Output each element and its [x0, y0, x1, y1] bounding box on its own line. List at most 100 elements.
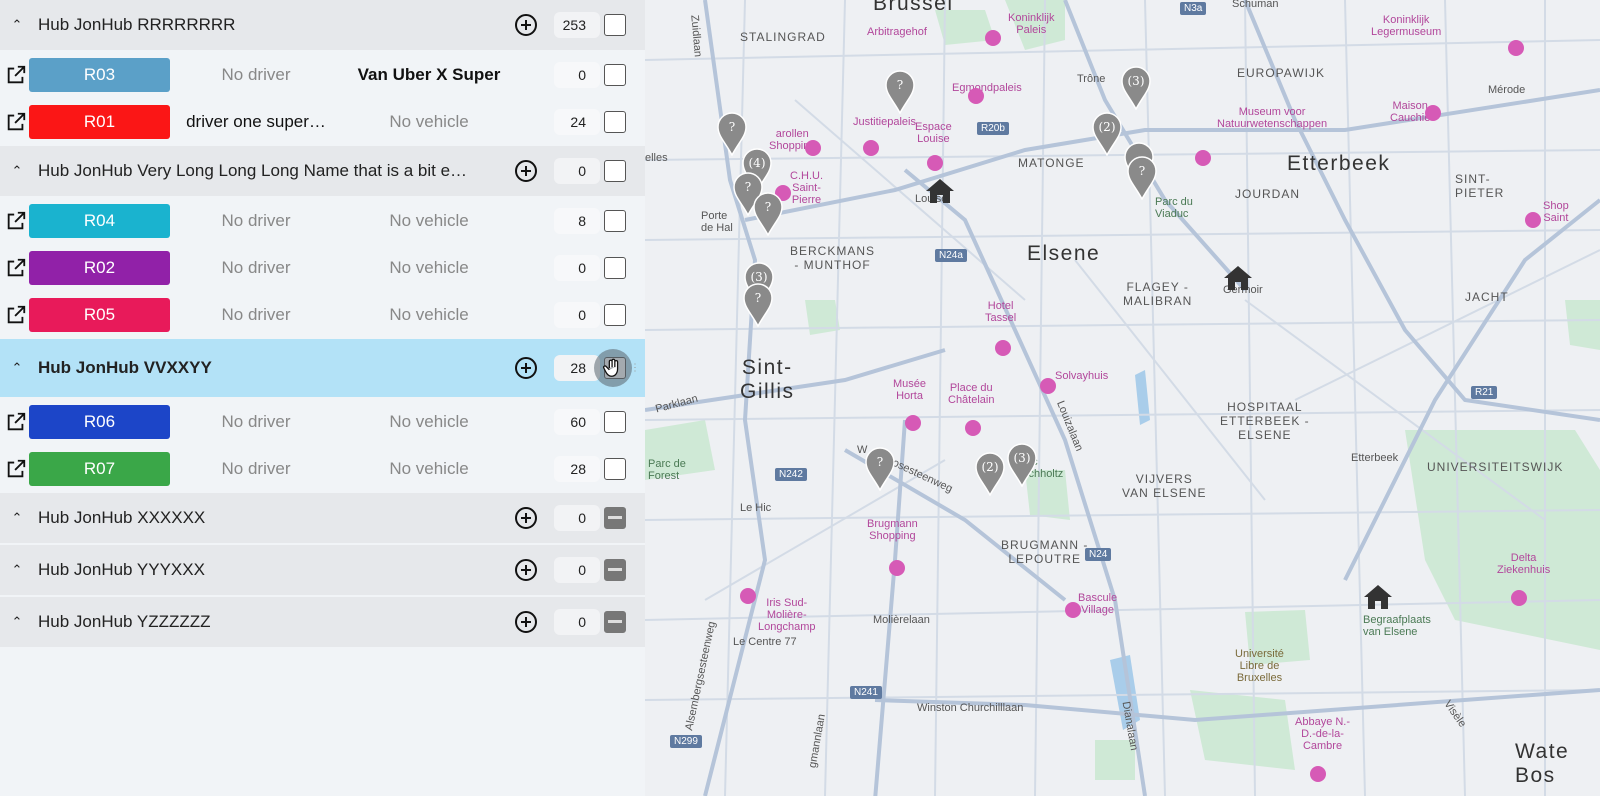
route-checkbox[interactable]	[604, 457, 626, 480]
poi-pin-icon[interactable]	[1425, 105, 1441, 121]
poi-pin-icon[interactable]	[1310, 766, 1326, 782]
driver-label[interactable]: No driver	[176, 258, 336, 278]
poi-pin-icon[interactable]	[1508, 40, 1524, 56]
route-row[interactable]: R02 No driver No vehicle 0	[0, 244, 645, 291]
poi-pin-icon[interactable]	[995, 340, 1011, 356]
route-row[interactable]: R07 No driver No vehicle 28	[0, 445, 645, 492]
route-chip[interactable]: R05	[29, 297, 170, 332]
poi-pin-icon[interactable]	[740, 588, 756, 604]
hub-row[interactable]: ⌃ Hub JonHub YZZZZZZ 0	[0, 597, 645, 647]
route-row[interactable]: R03 No driver Van Uber X Super 0	[0, 51, 645, 98]
route-row[interactable]: R05 No driver No vehicle 0	[0, 291, 645, 338]
stop-marker[interactable]: ?	[1127, 156, 1157, 200]
poi-pin-icon[interactable]	[985, 30, 1001, 46]
vehicle-label[interactable]: No vehicle	[345, 459, 513, 479]
poi-pin-icon[interactable]	[1040, 378, 1056, 394]
chevron-up-icon[interactable]: ⌃	[10, 163, 24, 178]
home-icon[interactable]	[925, 178, 955, 204]
vehicle-label[interactable]: Van Uber X Super	[345, 65, 513, 85]
hub-row[interactable]: ⌃ Hub JonHub VVXXYY 28 ⋮⋮	[0, 339, 645, 397]
poi-pin-icon[interactable]	[805, 140, 821, 156]
driver-label[interactable]: No driver	[176, 412, 336, 432]
poi-pin-icon[interactable]	[889, 560, 905, 576]
poi-pin-icon[interactable]	[1065, 602, 1081, 618]
route-chip[interactable]: R06	[29, 404, 170, 439]
plus-circle-icon[interactable]	[514, 356, 538, 380]
hub-row[interactable]: ⌃ Hub JonHub YYYXXX 0	[0, 545, 645, 595]
poi-pin-icon[interactable]	[905, 415, 921, 431]
route-row[interactable]: R06 No driver No vehicle 60	[0, 398, 645, 445]
map-label-begraafplaats: Begraafplaats van Elsene	[1363, 614, 1431, 638]
hub-checkbox[interactable]	[604, 160, 626, 182]
open-in-new-icon[interactable]	[5, 64, 27, 86]
route-chip[interactable]: R01	[29, 104, 170, 139]
vehicle-label[interactable]: No vehicle	[345, 305, 513, 325]
chevron-up-icon[interactable]: ⌃	[10, 614, 24, 629]
stop-marker[interactable]: (2)	[975, 452, 1005, 496]
hub-checkbox[interactable]	[604, 507, 626, 529]
driver-label[interactable]: No driver	[176, 459, 336, 479]
stop-marker[interactable]: (3)	[1121, 66, 1151, 110]
route-checkbox[interactable]	[604, 209, 626, 232]
driver-label[interactable]: No driver	[176, 211, 336, 231]
hub-row[interactable]: ⌃ Hub JonHub XXXXXX 0	[0, 493, 645, 543]
route-chip[interactable]: R07	[29, 451, 170, 486]
chevron-up-icon[interactable]: ⌃	[10, 510, 24, 525]
home-icon[interactable]	[1363, 584, 1393, 610]
open-in-new-icon[interactable]	[5, 257, 27, 279]
vehicle-label[interactable]: No vehicle	[345, 211, 513, 231]
route-checkbox[interactable]	[604, 110, 626, 133]
plus-circle-icon[interactable]	[514, 506, 538, 530]
stop-marker[interactable]: ?	[743, 283, 773, 327]
stop-marker[interactable]: ?	[885, 70, 915, 114]
poi-pin-icon[interactable]	[927, 155, 943, 171]
driver-label[interactable]: No driver	[176, 305, 336, 325]
open-in-new-icon[interactable]	[5, 210, 27, 232]
poi-pin-icon[interactable]	[1511, 590, 1527, 606]
plus-circle-icon[interactable]	[514, 159, 538, 183]
route-row[interactable]: R04 No driver No vehicle 8	[0, 197, 645, 244]
route-checkbox[interactable]	[604, 410, 626, 433]
home-icon[interactable]	[1223, 265, 1253, 291]
open-in-new-icon[interactable]	[5, 411, 27, 433]
vehicle-label[interactable]: No vehicle	[345, 412, 513, 432]
stop-marker[interactable]: (3)	[1007, 443, 1037, 487]
hub-checkbox[interactable]	[604, 14, 626, 36]
open-in-new-icon[interactable]	[5, 458, 27, 480]
chevron-up-icon[interactable]: ⌃	[10, 562, 24, 577]
hub-checkbox[interactable]	[604, 611, 626, 633]
chevron-up-icon[interactable]: ⌃	[10, 360, 24, 375]
vehicle-label[interactable]: No vehicle	[345, 258, 513, 278]
poi-pin-icon[interactable]	[968, 88, 984, 104]
open-in-new-icon[interactable]	[5, 111, 27, 133]
stop-marker[interactable]: ?	[865, 447, 895, 491]
plus-circle-icon[interactable]	[514, 13, 538, 37]
drag-handle-icon[interactable]: ⋮⋮	[630, 363, 645, 373]
driver-label[interactable]: driver one super…	[176, 112, 336, 132]
chevron-up-icon[interactable]: ⌃	[10, 17, 24, 32]
hub-checkbox[interactable]	[604, 559, 626, 581]
plus-circle-icon[interactable]	[514, 558, 538, 582]
route-checkbox[interactable]	[604, 303, 626, 326]
vehicle-label[interactable]: No vehicle	[345, 112, 513, 132]
driver-label[interactable]: No driver	[176, 65, 336, 85]
open-in-new-icon[interactable]	[5, 304, 27, 326]
route-chip[interactable]: R02	[29, 250, 170, 285]
hub-row[interactable]: ⌃ Hub JonHub Very Long Long Long Name th…	[0, 146, 645, 196]
poi-pin-icon[interactable]	[1195, 150, 1211, 166]
hub-name: Hub JonHub YYYXXX	[38, 560, 205, 579]
plus-circle-icon[interactable]	[514, 610, 538, 634]
route-chip[interactable]: R04	[29, 203, 170, 238]
route-checkbox[interactable]	[604, 63, 626, 86]
route-checkbox[interactable]	[604, 256, 626, 279]
route-chip[interactable]: R03	[29, 57, 170, 92]
poi-pin-icon[interactable]	[965, 420, 981, 436]
map-label-elsene: Elsene	[1027, 242, 1101, 265]
hub-row[interactable]: ⌃ Hub JonHub RRRRRRRR 253	[0, 0, 645, 50]
poi-pin-icon[interactable]	[863, 140, 879, 156]
map-view[interactable]: Brussel STALINGRAD EUROPAWIJK Etterbeek MATO…	[645, 0, 1600, 796]
stop-marker[interactable]: (2)	[1092, 112, 1122, 156]
poi-pin-icon[interactable]	[1525, 212, 1541, 228]
route-row[interactable]: R01 driver one super… No vehicle 24	[0, 98, 645, 145]
stop-marker[interactable]: ?	[753, 192, 783, 236]
